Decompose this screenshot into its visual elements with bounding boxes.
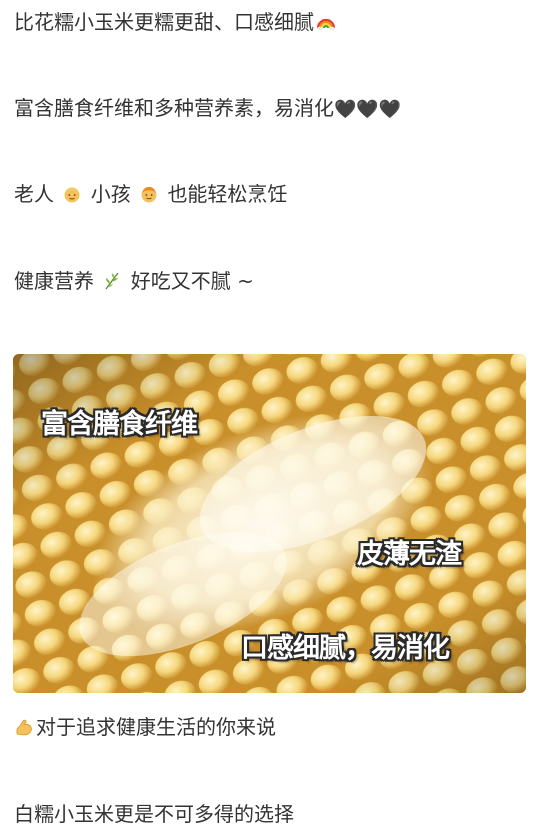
post-line-3: 老人 小孩 也能轻松烹饪 xyxy=(14,180,287,208)
post-line-6-text: 白糯小玉米更是不可多得的选择 xyxy=(14,802,294,826)
corn-product-image: 富含膳食纤维 皮薄无渣 口感细腻，易消化 xyxy=(13,354,526,693)
post-line-4-part1: 健康营养 xyxy=(14,269,94,293)
post-line-3-part3: 也能轻松烹饪 xyxy=(167,182,288,206)
post-line-2: 富含膳食纤维和多种营养素，易消化🖤🖤🖤 xyxy=(14,94,401,124)
post-line-1: 比花糯小玉米更糯更甜、口感细腻 xyxy=(14,8,338,36)
post-line-3-part2: 小孩 xyxy=(90,182,131,206)
post-line-2-text: 富含膳食纤维和多种营养素，易消化 xyxy=(14,96,334,120)
post-line-6: 白糯小玉米更是不可多得的选择 xyxy=(14,800,294,828)
black-heart-icon: 🖤🖤🖤 xyxy=(334,99,402,120)
post-line-5: 对于追求健康生活的你来说 xyxy=(14,713,276,741)
image-caption-thin-skin: 皮薄无渣 xyxy=(357,539,462,570)
post-line-4: 健康营养 好吃又不腻 ~ xyxy=(14,267,254,295)
post-line-4-part2: 好吃又不腻 ~ xyxy=(130,269,254,293)
rainbow-icon xyxy=(316,12,336,32)
post-line-1-text: 比花糯小玉米更糯更甜、口感细腻 xyxy=(14,10,314,34)
post-line-5-text: 对于追求健康生活的你来说 xyxy=(36,715,276,739)
herb-icon xyxy=(102,271,122,291)
older-person-icon xyxy=(62,184,82,204)
image-caption-fiber: 富含膳食纤维 xyxy=(41,409,198,440)
post-line-3-part1: 老人 xyxy=(14,182,54,206)
flexed-biceps-icon xyxy=(14,717,34,737)
image-caption-texture: 口感细腻，易消化 xyxy=(241,633,450,664)
child-icon xyxy=(139,184,159,204)
